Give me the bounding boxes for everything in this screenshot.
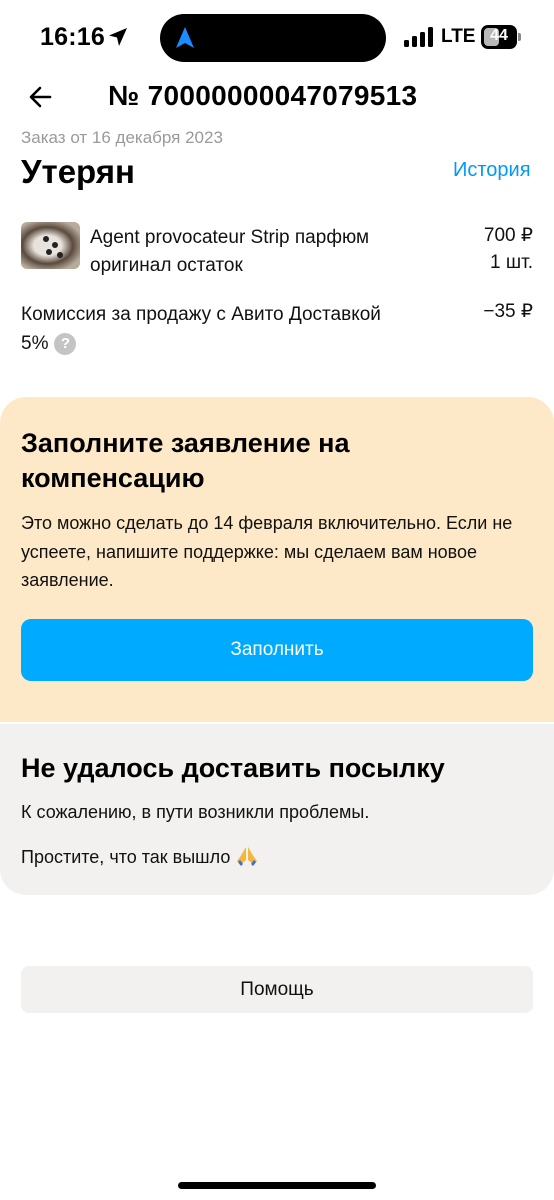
status-time: 16:16 [40, 23, 105, 51]
battery-level: 44 [490, 27, 508, 44]
home-indicator[interactable] [178, 1182, 376, 1189]
order-status: Утерян [21, 153, 135, 190]
apology-label: Простите, что так вышло [21, 847, 231, 867]
product-name[interactable]: Agent provocateur Strip парфюм оригинал … [90, 224, 410, 280]
product-price: 700 ₽ [483, 225, 533, 246]
delivery-failed-title: Не удалось доставить посылку [21, 753, 445, 783]
apology-text: Простите, что так вышло [21, 846, 258, 868]
location-arrow-icon [109, 28, 127, 46]
order-date: Заказ от 16 декабря 2023 [21, 128, 223, 147]
signal-icon [404, 27, 433, 47]
help-button[interactable]: Помощь [21, 966, 533, 1013]
commission-value: −35 ₽ [483, 301, 533, 322]
battery-icon: 44 [481, 25, 521, 49]
product-quantity: 1 шт. [490, 252, 533, 273]
network-type: LTE [441, 26, 476, 47]
arrow-left-icon[interactable] [26, 82, 58, 112]
commission-label: Комиссия за продажу с Авито Доставкой 5%… [21, 300, 381, 358]
fill-claim-button[interactable]: Заполнить [21, 619, 533, 681]
navigation-icon [176, 27, 194, 48]
question-circle-icon[interactable]: ? [54, 333, 77, 355]
history-link[interactable]: История [453, 159, 531, 182]
compensation-title: Заполните заявление на компенсацию [21, 428, 350, 493]
status-bar: 16:16 LTE 44 [0, 0, 554, 78]
compensation-text: Это можно сделать до 14 февраля включите… [21, 513, 513, 590]
delivery-failed-text: К сожалению, в пути возникли проблемы. [21, 802, 370, 822]
order-number: № 70000000047079513 [108, 80, 418, 111]
product-thumbnail[interactable] [21, 222, 80, 269]
folded-hands-icon [237, 847, 258, 866]
